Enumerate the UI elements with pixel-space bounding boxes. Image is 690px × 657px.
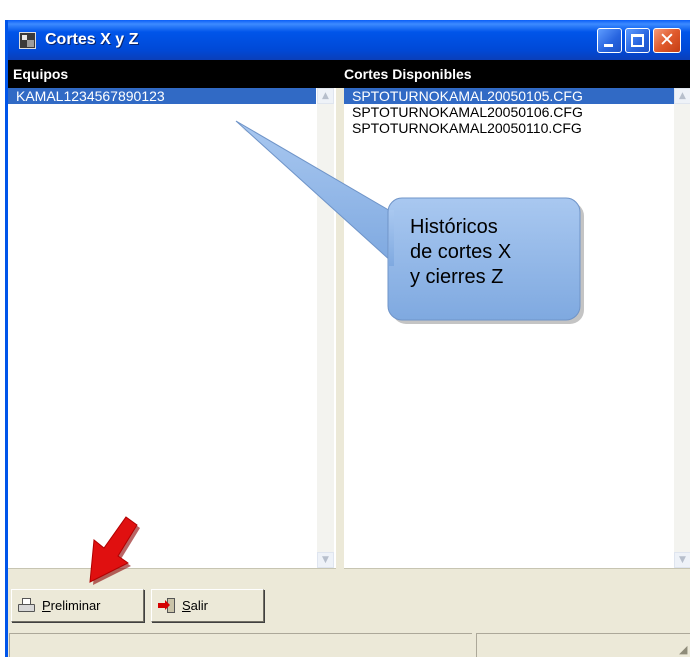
scroll-up-icon[interactable]: ▲: [317, 88, 334, 104]
status-panel: [9, 633, 472, 657]
callout-line: y cierres Z: [410, 266, 504, 288]
window-title: Cortes X y Z: [45, 31, 139, 48]
button-bar: Preliminar Salir: [8, 569, 690, 629]
printer-icon: [18, 598, 35, 613]
callout-line: Históricos: [410, 216, 498, 238]
title-bar[interactable]: Cortes X y Z ✕: [8, 20, 690, 60]
salir-button[interactable]: Salir: [151, 589, 264, 622]
close-icon: ✕: [659, 29, 675, 51]
preliminar-button[interactable]: Preliminar: [11, 589, 144, 622]
app-icon[interactable]: [19, 32, 36, 49]
cortes-header: Cortes Disponibles: [344, 66, 472, 82]
status-panel: [476, 633, 690, 657]
callout-line: de cortes X: [410, 241, 512, 263]
column-header-bar: Equipos Cortes Disponibles: [8, 60, 690, 88]
equipos-scrollbar[interactable]: ▲ ▼: [317, 88, 334, 568]
minimize-button[interactable]: [597, 28, 622, 53]
cortes-window: Cortes X y Z ✕ Equipos Cortes Disponible…: [5, 20, 690, 657]
equipos-list[interactable]: KAMAL1234567890123 ▲ ▼: [8, 88, 336, 569]
status-bar: ◢: [8, 629, 690, 657]
equipo-item[interactable]: KAMAL1234567890123: [8, 88, 316, 104]
corte-item[interactable]: SPTOTURNOKAMAL20050106.CFG: [344, 104, 674, 120]
maximize-button[interactable]: [625, 28, 650, 53]
scroll-down-icon[interactable]: ▼: [317, 552, 334, 568]
equipos-header: Equipos: [13, 66, 69, 82]
cortes-list[interactable]: SPTOTURNOKAMAL20050105.CFG SPTOTURNOKAMA…: [344, 88, 690, 569]
scroll-down-icon[interactable]: ▼: [674, 552, 690, 568]
column-splitter[interactable]: [336, 88, 344, 569]
scroll-up-icon[interactable]: ▲: [674, 88, 690, 104]
minimize-icon: [604, 44, 613, 47]
close-button[interactable]: ✕: [653, 28, 681, 53]
corte-item[interactable]: SPTOTURNOKAMAL20050110.CFG: [344, 120, 674, 136]
exit-icon: [158, 598, 175, 613]
resize-grip-icon[interactable]: ◢: [679, 644, 690, 656]
salir-label: Salir: [182, 598, 209, 613]
preliminar-label: Preliminar: [42, 598, 101, 613]
maximize-icon: [631, 34, 644, 47]
cortes-scrollbar[interactable]: ▲ ▼: [674, 88, 690, 568]
callout-text: Históricos de cortes X y cierres Z: [410, 215, 570, 290]
corte-item[interactable]: SPTOTURNOKAMAL20050105.CFG: [344, 88, 674, 104]
